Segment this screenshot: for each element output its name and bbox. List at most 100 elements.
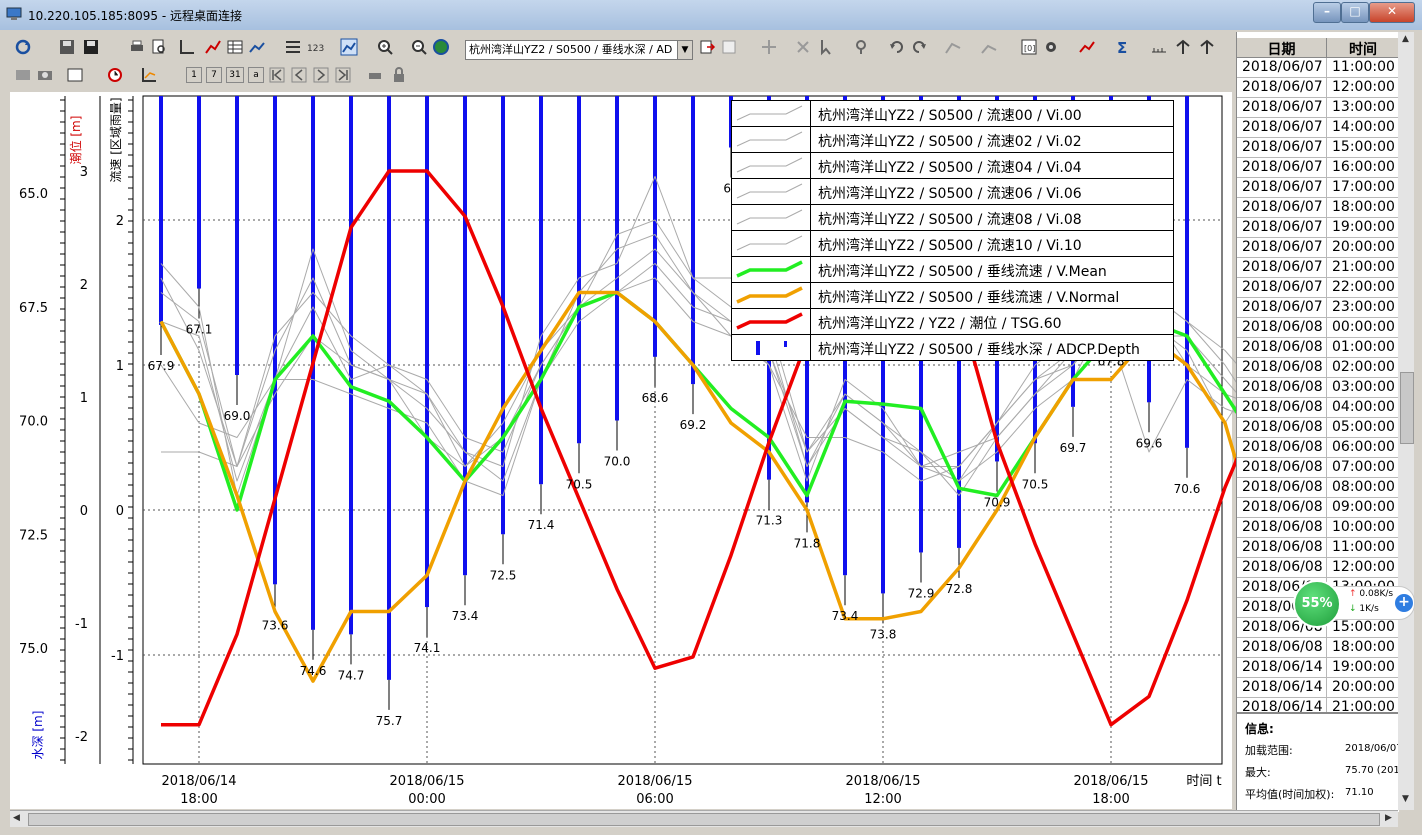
tide-tick-label: -1 — [75, 617, 88, 632]
scroll-up-icon[interactable]: ▲ — [1402, 34, 1409, 44]
legend-item[interactable]: 杭州湾洋山YZ2 / S0500 / 流速00 / Vi.00 — [732, 101, 1173, 126]
column-header-date[interactable]: 日期 — [1237, 39, 1326, 59]
table-row[interactable]: 2018/06/07 14:00:00 — [1237, 118, 1399, 138]
legend-label: 杭州湾洋山YZ2 / S0500 / 流速00 / Vi.00 — [818, 108, 1082, 124]
cell-time: 19:00:00 — [1332, 659, 1395, 675]
legend-swatch — [736, 231, 811, 256]
table-row[interactable]: 2018/06/08 18:00:00 — [1237, 638, 1399, 658]
scroll-right-icon[interactable]: ▶ — [1385, 813, 1392, 823]
cell-date: 2018/06/08 — [1242, 459, 1323, 475]
hscroll-thumb[interactable] — [28, 813, 1380, 826]
table-row[interactable]: 2018/06/07 21:00:00 — [1237, 258, 1399, 278]
table-row[interactable]: 2018/06/14 19:00:00 — [1237, 658, 1399, 678]
table-row[interactable]: 2018/06/08 03:00:00 — [1237, 378, 1399, 398]
depth-bar — [1185, 96, 1189, 448]
network-upload-value: 0.08K/s — [1359, 589, 1394, 599]
info-panel: 信息: 加载范围: 2018/06/07 最大: 75.70 (201 平均值(… — [1237, 712, 1403, 812]
scroll-thumb[interactable] — [1400, 372, 1414, 444]
cell-date: 2018/06/07 — [1242, 219, 1323, 235]
table-row[interactable]: 2018/06/07 17:00:00 — [1237, 178, 1399, 198]
table-row[interactable]: 2018/06/07 23:00:00 — [1237, 298, 1399, 318]
table-row[interactable]: 2018/06/08 08:00:00 — [1237, 478, 1399, 498]
legend-item[interactable]: 杭州湾洋山YZ2 / S0500 / 流速06 / Vi.06 — [732, 178, 1173, 204]
cell-date: 2018/06/08 — [1242, 479, 1323, 495]
legend-item[interactable]: 杭州湾洋山YZ2 / S0500 / 流速08 / Vi.08 — [732, 204, 1173, 230]
table-row[interactable]: 2018/06/07 19:00:00 — [1237, 218, 1399, 238]
table-row[interactable]: 2018/06/07 22:00:00 — [1237, 278, 1399, 298]
cell-time: 01:00:00 — [1332, 339, 1395, 355]
cell-time: 23:00:00 — [1332, 299, 1395, 315]
legend-item[interactable]: 杭州湾洋山YZ2 / S0500 / 垂线流速 / V.Mean — [732, 256, 1173, 282]
network-percent[interactable]: 55% — [1293, 580, 1341, 628]
depth-value-label: 71.4 — [528, 518, 555, 532]
table-row[interactable]: 2018/06/07 15:00:00 — [1237, 138, 1399, 158]
depth-bar — [159, 96, 163, 325]
legend-swatch — [736, 205, 811, 230]
legend-item[interactable]: 杭州湾洋山YZ2 / S0500 / 流速04 / Vi.04 — [732, 152, 1173, 178]
cell-date: 2018/06/08 — [1242, 499, 1323, 515]
info-max-value: 75.70 (201 — [1345, 765, 1400, 776]
table-row[interactable]: 2018/06/08 02:00:00 — [1237, 358, 1399, 378]
legend-label: 杭州湾洋山YZ2 / S0500 / 流速06 / Vi.06 — [818, 186, 1082, 202]
depth-tick-label: 65.0 — [19, 187, 48, 202]
cell-date: 2018/06/07 — [1242, 239, 1323, 255]
table-row[interactable]: 2018/06/07 11:00:00 — [1237, 58, 1399, 78]
depth-value-label: 69.7 — [1060, 441, 1087, 455]
legend-item[interactable]: 杭州湾洋山YZ2 / S0500 / 垂线水深 / ADCP.Depth — [732, 334, 1173, 360]
table-row[interactable]: 2018/06/07 12:00:00 — [1237, 78, 1399, 98]
horizontal-scrollbar[interactable]: ◀ ▶ — [10, 810, 1398, 827]
table-row[interactable]: 2018/06/08 04:00:00 — [1237, 398, 1399, 418]
table-row[interactable]: 2018/06/08 05:00:00 — [1237, 418, 1399, 438]
cell-date: 2018/06/08 — [1242, 379, 1323, 395]
legend-item[interactable]: 杭州湾洋山YZ2 / S0500 / 流速10 / Vi.10 — [732, 230, 1173, 256]
depth-bar — [197, 96, 201, 289]
table-row[interactable]: 2018/06/08 12:00:00 — [1237, 558, 1399, 578]
legend-item[interactable]: 杭州湾洋山YZ2 / YZ2 / 潮位 / TSG.60 — [732, 308, 1173, 334]
legend-item[interactable]: 杭州湾洋山YZ2 / S0500 / 流速02 / Vi.02 — [732, 126, 1173, 152]
info-max-label: 最大: — [1245, 766, 1271, 779]
table-row[interactable]: 2018/06/08 06:00:00 — [1237, 438, 1399, 458]
table-row[interactable]: 2018/06/07 20:00:00 — [1237, 238, 1399, 258]
table-row[interactable]: 2018/06/08 00:00:00 — [1237, 318, 1399, 338]
speed-tick-label: 2 — [116, 214, 124, 229]
cell-date: 2018/06/07 — [1242, 279, 1323, 295]
legend-label: 杭州湾洋山YZ2 / S0500 / 流速10 / Vi.10 — [818, 238, 1082, 254]
depth-axis-title: 水深 [m] — [31, 711, 45, 760]
x-axis-unit: 时间 t — [1186, 774, 1221, 789]
network-widget[interactable]: 55% ↑ 0.08K/s ↓ 1K/s + — [1293, 578, 1415, 628]
table-row[interactable]: 2018/06/07 18:00:00 — [1237, 198, 1399, 218]
column-header-time[interactable]: 时间 — [1327, 39, 1399, 59]
cell-time: 10:00:00 — [1332, 519, 1395, 535]
table-row[interactable]: 2018/06/08 01:00:00 — [1237, 338, 1399, 358]
depth-value-label: 74.6 — [300, 664, 327, 678]
plus-icon[interactable]: + — [1395, 594, 1413, 612]
depth-bar — [539, 96, 543, 485]
table-row[interactable]: 2018/06/08 10:00:00 — [1237, 518, 1399, 538]
tide-tick-label: 0 — [80, 504, 88, 519]
legend-item[interactable]: 杭州湾洋山YZ2 / S0500 / 垂线流速 / V.Normal — [732, 282, 1173, 308]
table-row[interactable]: 2018/06/14 20:00:00 — [1237, 678, 1399, 698]
cell-time: 20:00:00 — [1332, 679, 1395, 695]
cell-time: 18:00:00 — [1332, 199, 1395, 215]
legend-label: 杭州湾洋山YZ2 / S0500 / 流速02 / Vi.02 — [818, 134, 1082, 150]
table-row[interactable]: 2018/06/08 11:00:00 — [1237, 538, 1399, 558]
legend-swatch — [736, 153, 811, 178]
chart-svg[interactable]: 潮位 [m] 流速 [区域雨量] 水深 [m] 3 2 1 0 -1 -2 2 1 0 -1 65.0 67… — [0, 0, 1422, 835]
scroll-left-icon[interactable]: ◀ — [13, 813, 20, 823]
cell-time: 04:00:00 — [1332, 399, 1395, 415]
table-row[interactable]: 2018/06/07 13:00:00 — [1237, 98, 1399, 118]
legend-label: 杭州湾洋山YZ2 / YZ2 / 潮位 / TSG.60 — [818, 316, 1062, 332]
tide-tick-label: 3 — [80, 165, 88, 180]
cell-time: 14:00:00 — [1332, 119, 1395, 135]
cell-time: 13:00:00 — [1332, 99, 1395, 115]
scroll-down-icon[interactable]: ▼ — [1402, 794, 1409, 804]
depth-value-label: 74.7 — [338, 668, 365, 682]
network-upload: ↑ 0.08K/s — [1349, 589, 1393, 599]
depth-bar — [691, 96, 695, 385]
vertical-scrollbar[interactable]: ▲ ▼ — [1398, 32, 1414, 810]
speed-tick-label: 1 — [116, 359, 124, 374]
table-row[interactable]: 2018/06/08 09:00:00 — [1237, 498, 1399, 518]
table-row[interactable]: 2018/06/07 16:00:00 — [1237, 158, 1399, 178]
info-avg-label: 平均值(时间加权): — [1245, 788, 1335, 801]
table-row[interactable]: 2018/06/08 07:00:00 — [1237, 458, 1399, 478]
